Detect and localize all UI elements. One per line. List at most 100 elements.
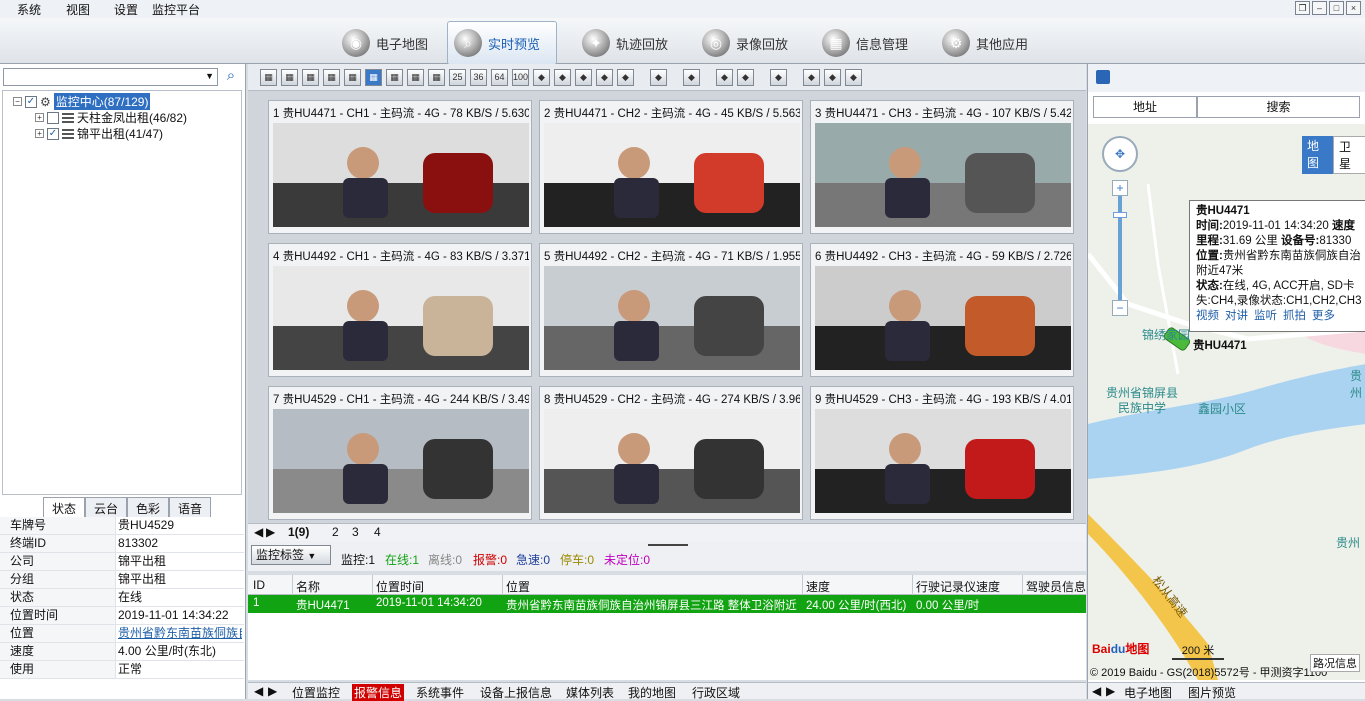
- column-divider[interactable]: [372, 575, 373, 595]
- column-header[interactable]: 行驶记录仪速度: [916, 578, 1000, 595]
- tab-page-1[interactable]: 1(9): [288, 525, 309, 539]
- link-snapshot[interactable]: 抓拍: [1283, 310, 1306, 322]
- zoom-out-icon[interactable]: −: [1112, 300, 1128, 316]
- nav-other-apps[interactable]: ⚙ 其他应用: [936, 26, 1034, 60]
- window-icon[interactable]: ◆: [650, 69, 667, 86]
- map-type-map[interactable]: 地图: [1302, 136, 1333, 174]
- map-type-satellite[interactable]: 卫星: [1333, 136, 1365, 174]
- column-divider[interactable]: [912, 575, 913, 595]
- layout-4-icon[interactable]: ▦: [302, 69, 319, 86]
- collapse-icon[interactable]: −: [13, 97, 22, 106]
- tab-bottom-4[interactable]: 媒体列表: [566, 684, 614, 701]
- video-cell[interactable]: 3 贵HU4471 - CH3 - 主码流 - 4G - 107 KB/S / …: [810, 100, 1074, 234]
- next-tab-icon[interactable]: ▶: [268, 684, 277, 698]
- info-value[interactable]: 贵州省黔东南苗族侗族自治州锦屏县: [116, 625, 242, 642]
- zoom-out-icon[interactable]: ◆: [554, 69, 571, 86]
- prev-tab-icon[interactable]: ◀: [254, 684, 263, 698]
- ptz-icon[interactable]: ◆: [803, 69, 820, 86]
- link-intercom[interactable]: 对讲: [1225, 310, 1248, 322]
- layout-64-button[interactable]: 64: [491, 69, 508, 86]
- layout-10-icon[interactable]: ▦: [386, 69, 403, 86]
- maximize-icon[interactable]: □: [1329, 1, 1344, 15]
- column-header[interactable]: ID: [253, 578, 265, 592]
- close-icon[interactable]: ×: [1346, 1, 1361, 15]
- layout-2-icon[interactable]: ▦: [281, 69, 298, 86]
- tab-page-3[interactable]: 3: [352, 525, 359, 539]
- splitter-handle[interactable]: [648, 544, 688, 546]
- menu-settings[interactable]: 设置: [114, 1, 138, 18]
- mute-icon[interactable]: ◆: [716, 69, 733, 86]
- tab-status[interactable]: 状态: [43, 497, 86, 517]
- play-icon[interactable]: ◆: [737, 69, 754, 86]
- camera-icon[interactable]: ◆: [683, 69, 700, 86]
- vehicle-search-input[interactable]: ▼: [3, 68, 218, 86]
- prev-tab-icon[interactable]: ◀: [1092, 684, 1101, 698]
- column-divider[interactable]: [502, 575, 503, 595]
- layout-100-button[interactable]: 100: [512, 69, 529, 86]
- video-cell[interactable]: 7 贵HU4529 - CH1 - 主码流 - 4G - 244 KB/S / …: [268, 386, 532, 520]
- save-icon[interactable]: [1096, 70, 1110, 84]
- next-page-icon[interactable]: ▶: [266, 525, 275, 539]
- tree-root[interactable]: − ✓ ⚙ 监控中心(87/129): [13, 93, 151, 110]
- fullscreen-icon[interactable]: ◆: [617, 69, 634, 86]
- tab-bottom-0[interactable]: 位置监控: [292, 684, 340, 701]
- column-header[interactable]: 名称: [296, 578, 320, 595]
- tab-bottom-3[interactable]: 设备上报信息: [480, 684, 552, 701]
- tree-item-jinping[interactable]: + ✓ 锦平出租(41/47): [35, 125, 163, 142]
- expand-icon[interactable]: ◆: [845, 69, 862, 86]
- tab-bottom-2[interactable]: 系统事件: [416, 684, 464, 701]
- tab-bottom-6[interactable]: 行政区域: [692, 684, 740, 701]
- checkbox[interactable]: ✓: [47, 127, 59, 140]
- baidu-map[interactable]: 地图 卫星 ✥ + − 贵HU4471 时间:2019-11-01 14:34:…: [1088, 124, 1365, 680]
- nav-record-playback[interactable]: ◎ 录像回放: [696, 26, 794, 60]
- map-search-button[interactable]: 搜索: [1197, 96, 1360, 118]
- column-header[interactable]: 位置: [506, 578, 530, 595]
- column-header[interactable]: 位置时间: [376, 578, 424, 595]
- video-cell[interactable]: 5 贵HU4492 - CH2 - 主码流 - 4G - 71 KB/S / 1…: [539, 243, 803, 377]
- record-icon[interactable]: ◆: [824, 69, 841, 86]
- layout-25-button[interactable]: 25: [449, 69, 466, 86]
- menu-monitor-platform[interactable]: 监控平台: [152, 1, 200, 18]
- zoom-handle[interactable]: [1113, 212, 1127, 218]
- restore-icon[interactable]: ❐: [1295, 1, 1310, 15]
- tab-ptz[interactable]: 云台: [85, 497, 128, 517]
- table-row[interactable]: 1 贵HU4471 2019-11-01 14:34:20 贵州省黔东南苗族侗族自治州…: [248, 595, 1086, 613]
- layout-1-icon[interactable]: ▦: [260, 69, 277, 86]
- layout-8-icon[interactable]: ▦: [344, 69, 361, 86]
- column-divider[interactable]: [292, 575, 293, 595]
- column-divider[interactable]: [1022, 575, 1023, 595]
- stop-icon[interactable]: ◆: [770, 69, 787, 86]
- column-header[interactable]: 速度: [806, 578, 830, 595]
- nav-live-preview[interactable]: ⌕ 实时预览: [447, 21, 557, 65]
- tab-image-preview[interactable]: 图片预览: [1188, 684, 1236, 701]
- expand-icon[interactable]: +: [35, 129, 44, 138]
- link-more[interactable]: 更多: [1312, 310, 1335, 322]
- video-cell[interactable]: 1 贵HU4471 - CH1 - 主码流 - 4G - 78 KB/S / 5…: [268, 100, 532, 234]
- tab-voice[interactable]: 语音: [169, 497, 212, 517]
- video-cell[interactable]: 8 贵HU4529 - CH2 - 主码流 - 4G - 274 KB/S / …: [539, 386, 803, 520]
- minimize-icon[interactable]: –: [1312, 1, 1327, 15]
- layout-36-button[interactable]: 36: [470, 69, 487, 86]
- traffic-button[interactable]: 路况信息: [1310, 654, 1360, 672]
- zoom-in-icon[interactable]: +: [1112, 180, 1128, 196]
- pan-control-icon[interactable]: ✥: [1102, 136, 1138, 172]
- address-button[interactable]: 地址: [1093, 96, 1197, 118]
- upload-icon[interactable]: ◆: [575, 69, 592, 86]
- tab-electronic-map[interactable]: 电子地图: [1124, 684, 1172, 701]
- layout-9-icon[interactable]: ▦: [365, 69, 382, 86]
- chevron-down-icon[interactable]: ▼: [205, 71, 214, 81]
- video-cell[interactable]: 4 贵HU4492 - CH1 - 主码流 - 4G - 83 KB/S / 3…: [268, 243, 532, 377]
- next-tab-icon[interactable]: ▶: [1106, 684, 1115, 698]
- video-cell[interactable]: 9 贵HU4529 - CH3 - 主码流 - 4G - 193 KB/S / …: [810, 386, 1074, 520]
- link-video[interactable]: 视频: [1196, 310, 1219, 322]
- menu-view[interactable]: 视图: [66, 1, 90, 18]
- layout-13-icon[interactable]: ▦: [407, 69, 424, 86]
- download-icon[interactable]: ◆: [596, 69, 613, 86]
- layout-6-icon[interactable]: ▦: [323, 69, 340, 86]
- search-icon[interactable]: ⌕: [221, 67, 241, 87]
- expand-icon[interactable]: +: [35, 113, 44, 122]
- nav-info-management[interactable]: ▦ 信息管理: [816, 26, 914, 60]
- column-divider[interactable]: [802, 575, 803, 595]
- prev-page-icon[interactable]: ◀: [254, 525, 263, 539]
- layout-16-icon[interactable]: ▦: [428, 69, 445, 86]
